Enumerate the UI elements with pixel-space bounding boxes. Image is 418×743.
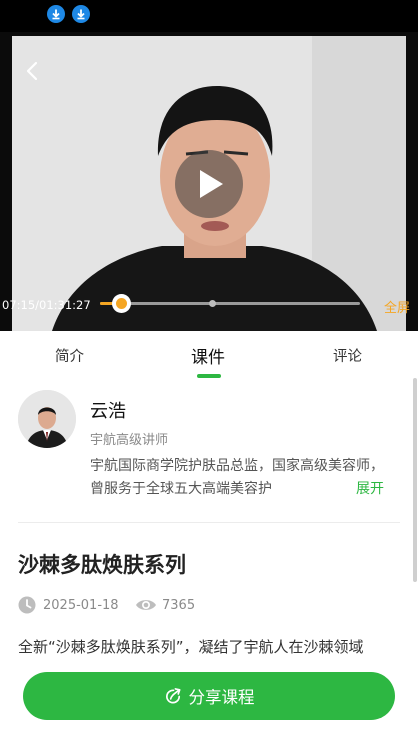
share-icon (165, 687, 181, 704)
expand-link[interactable]: 展开 (356, 478, 384, 501)
tab-courseware[interactable]: 课件 (191, 343, 225, 368)
seek-bar-marker (209, 300, 216, 307)
clock-icon (18, 596, 36, 618)
share-button-label: 分享课程 (188, 688, 255, 707)
share-button-content: 分享课程 (23, 672, 395, 720)
seek-thumb[interactable] (112, 294, 131, 313)
eye-icon (135, 597, 157, 617)
divider (18, 522, 400, 523)
play-button[interactable] (175, 150, 243, 218)
scrollbar[interactable] (413, 378, 417, 582)
course-views: 7365 (162, 598, 196, 613)
tab-bar: 简介 课件 评论 (0, 331, 418, 381)
play-icon (200, 170, 223, 198)
tab-intro[interactable]: 简介 (55, 345, 84, 366)
seek-bar[interactable] (100, 302, 360, 305)
teacher-bio: 宇航国际商学院护肤品总监，国家高级美容师，曾服务于全球五大高端美容护 (90, 458, 384, 497)
download-icon (72, 5, 90, 23)
download-icon (47, 5, 65, 23)
tab-comments[interactable]: 评论 (333, 345, 362, 366)
description-fade (18, 658, 400, 672)
active-tab-indicator (197, 374, 221, 378)
video-player[interactable]: 07:15/01:31:27 全屏 (0, 32, 418, 331)
course-date: 2025-01-18 (43, 598, 119, 613)
back-icon[interactable] (22, 60, 44, 82)
course-title: 沙棘多肽焕肤系列 (18, 553, 186, 577)
status-bar (0, 0, 418, 32)
playback-time: 07:15/01:31:27 (2, 298, 91, 312)
fullscreen-button[interactable]: 全屏 (384, 297, 410, 316)
teacher-name: 云浩 (90, 401, 126, 422)
avatar (18, 390, 76, 448)
share-course-button[interactable]: 分享课程 (23, 672, 395, 720)
teacher-title: 宇航高级讲师 (90, 433, 169, 448)
